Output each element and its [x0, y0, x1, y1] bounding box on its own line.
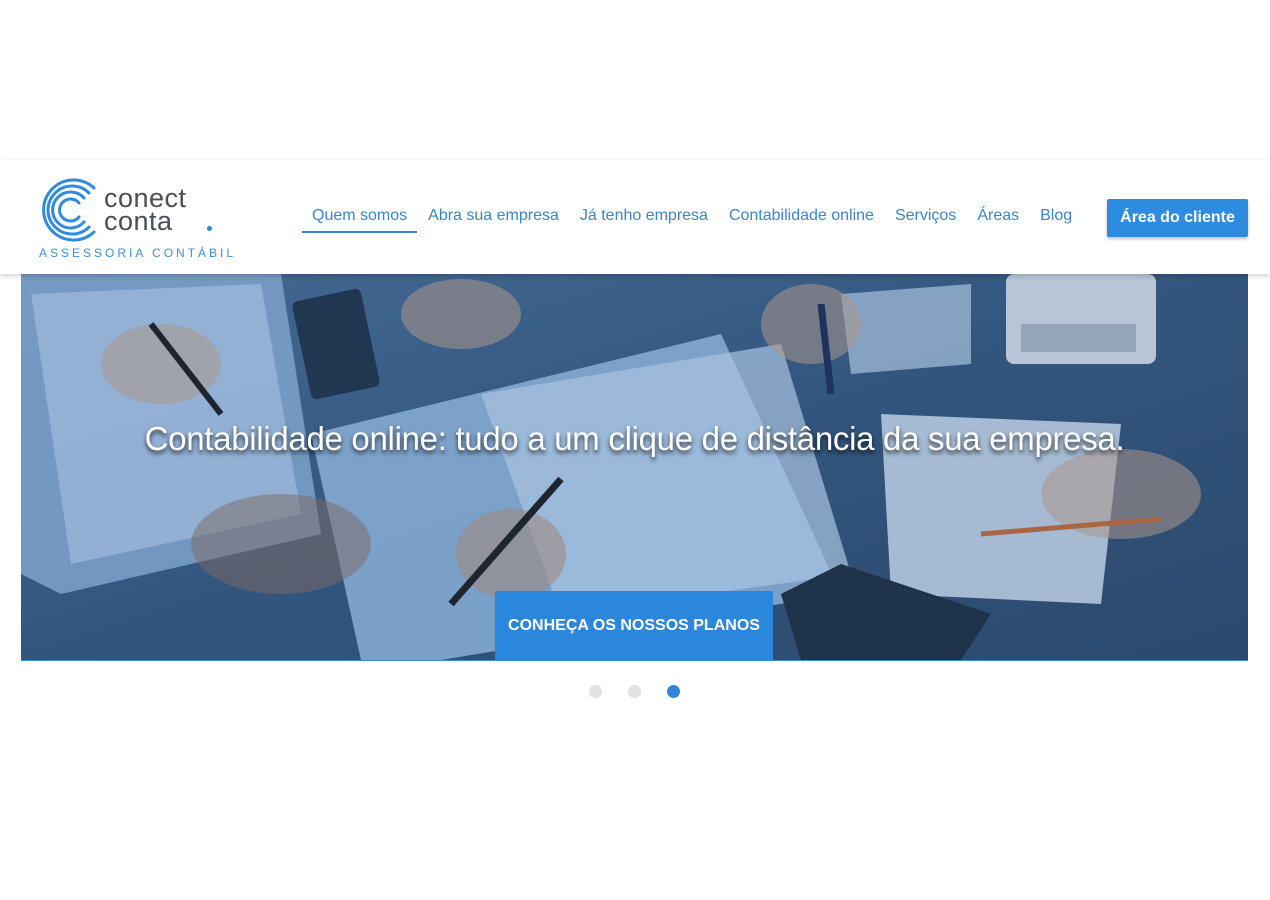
hero-headline: Contabilidade online: tudo a um clique d… [144, 420, 1125, 457]
site-header: conect conta ASSESSORIA CONTÁBIL Quem so… [0, 160, 1270, 274]
client-area-button[interactable]: Área do cliente [1107, 199, 1248, 237]
nav-item-contabilidade-online[interactable]: Contabilidade online [719, 199, 884, 233]
nav-item-servicos[interactable]: Serviços [885, 199, 966, 233]
plans-button[interactable]: CONHEÇA OS NOSSOS PLANOS [495, 591, 773, 660]
carousel-dot-3[interactable] [667, 685, 680, 698]
brand-logo[interactable]: conect conta ASSESSORIA CONTÁBIL [36, 176, 233, 266]
main-nav: Quem somos Abra sua empresa Já tenho emp… [302, 198, 1083, 234]
carousel-dot-1[interactable] [589, 685, 602, 698]
nav-item-abra-sua-empresa[interactable]: Abra sua empresa [418, 199, 569, 233]
logo-word-conta: conta [104, 206, 173, 236]
logo-c-icon [42, 178, 96, 242]
carousel-dots [589, 685, 706, 698]
hero-banner: Contabilidade online: tudo a um clique d… [21, 274, 1248, 661]
nav-item-blog[interactable]: Blog [1030, 199, 1082, 233]
nav-item-ja-tenho-empresa[interactable]: Já tenho empresa [570, 199, 718, 233]
logo-tagline: ASSESSORIA CONTÁBIL [39, 246, 237, 260]
carousel-dot-2[interactable] [628, 685, 641, 698]
logo-dot [207, 226, 212, 231]
nav-item-areas[interactable]: Áreas [967, 199, 1029, 233]
nav-item-quem-somos[interactable]: Quem somos [302, 199, 418, 233]
